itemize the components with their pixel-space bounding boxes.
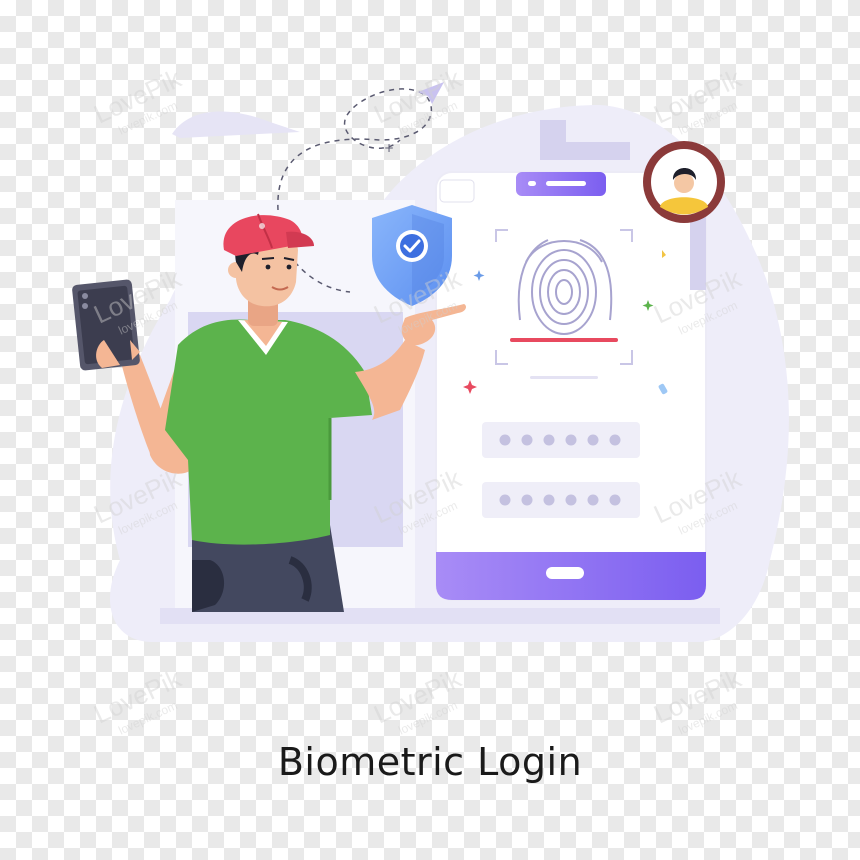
illustration: + LovePiklovepik.com LovePiklovepik.com … (72, 63, 789, 738)
login-phone (435, 171, 707, 601)
password-field-1 (482, 422, 640, 458)
password-field-2 (482, 482, 640, 518)
caption-title: Biometric Login (277, 740, 583, 784)
home-button (546, 567, 584, 579)
scan-line (510, 338, 618, 342)
cross-mark: + (384, 141, 394, 155)
user-avatar-icon (643, 141, 725, 223)
